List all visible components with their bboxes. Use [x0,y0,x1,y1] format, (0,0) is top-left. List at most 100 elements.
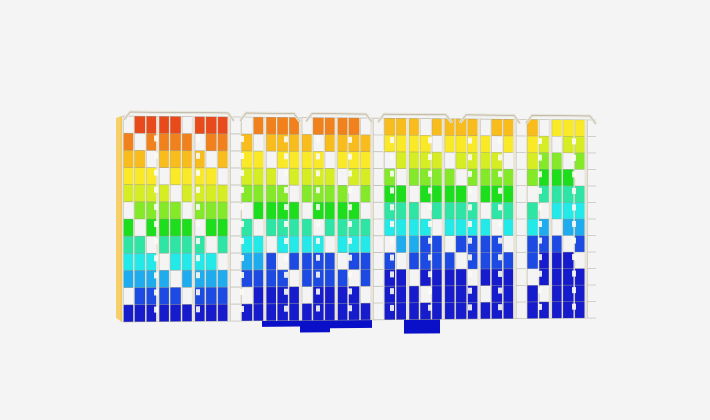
core-opening [538,287,542,294]
core-opening [428,271,432,278]
wall-panel [574,119,587,137]
core-opening [348,237,352,244]
wall-panel [395,269,408,287]
core-opening [316,254,320,261]
wall-panel [324,117,337,135]
model-viewport[interactable] [0,0,710,420]
core-opening [196,152,200,159]
core-opening [468,287,472,294]
wall-panel [502,219,515,236]
core-opening [498,171,502,178]
core-opening [316,305,320,312]
wall-panel [455,285,468,303]
core-opening [348,170,352,177]
wall-panel [169,116,182,134]
wall-panel [133,236,146,254]
wall-panel [252,117,265,135]
wall-panel [526,285,539,302]
wall-panel [467,118,479,136]
wall-panel [276,117,289,135]
wall-panel [169,150,182,168]
core-opening [468,187,472,194]
core-opening [538,221,542,227]
core-opening [428,287,432,294]
foundation-panel [262,320,300,327]
side-face [116,116,122,322]
wall-panel [502,302,515,319]
core-opening [196,169,200,176]
core-opening [240,237,244,244]
wall-panel [217,133,230,151]
core-opening [154,221,158,227]
core-opening [316,153,320,160]
core-opening [390,254,394,261]
wall-panel [395,202,408,219]
wall-panel [288,252,301,270]
wall-panel [205,253,218,271]
wall-panel [133,167,146,185]
core-opening [498,254,502,261]
core-opening [348,187,352,194]
core-opening [196,186,200,193]
wall-panel [205,287,218,305]
wall-panel [502,252,515,269]
wall-panel [169,133,182,151]
wall-panel [181,133,194,151]
wall-panel [360,235,372,253]
core-opening [572,187,576,194]
wall-panel [431,118,444,136]
core-opening [538,270,542,277]
core-opening [348,271,352,278]
wall-panel [502,119,515,136]
wall-panel [526,169,539,186]
wall-panel [455,202,468,219]
core-opening [390,137,394,144]
core-opening [240,271,244,278]
core-opening [154,203,158,210]
wall-panel [217,150,230,168]
wall-panel [395,135,408,152]
foundation-panel [404,319,440,334]
core-opening [316,204,320,211]
wall-panel [252,269,265,287]
wall-panel [431,252,444,270]
wall-panel [395,286,408,303]
core-opening [240,305,244,312]
core-opening [572,270,576,277]
core-opening [240,221,244,227]
core-opening [538,187,542,194]
core-opening [196,135,200,142]
core-opening [498,137,502,144]
wall-panel [431,235,444,253]
core-opening [428,154,432,161]
wall-panel [431,302,444,320]
wall-panel [526,136,539,153]
core-opening [284,221,288,227]
wall-panel [169,287,182,305]
core-opening [284,237,288,244]
core-opening [348,254,352,261]
wall-panel [324,286,337,304]
core-opening [284,153,288,160]
core-opening [390,304,394,311]
wall-panel [395,118,408,136]
wall-panel [288,303,301,321]
core-opening [572,154,576,161]
core-opening [468,304,472,311]
core-opening [348,221,352,227]
wall-panel [169,167,182,185]
core-opening [538,171,542,178]
wall-panel [133,270,146,288]
wall-panel [181,184,194,202]
wall-panel [431,269,444,286]
core-opening [316,221,320,227]
core-opening [196,272,200,279]
core-opening [240,170,244,177]
core-opening [196,221,200,227]
wall-panel [217,219,230,237]
core-opening [154,255,158,262]
wall-panel [526,301,539,319]
wall-panel [288,286,301,304]
core-opening [196,203,200,210]
wall-panel [324,303,337,321]
